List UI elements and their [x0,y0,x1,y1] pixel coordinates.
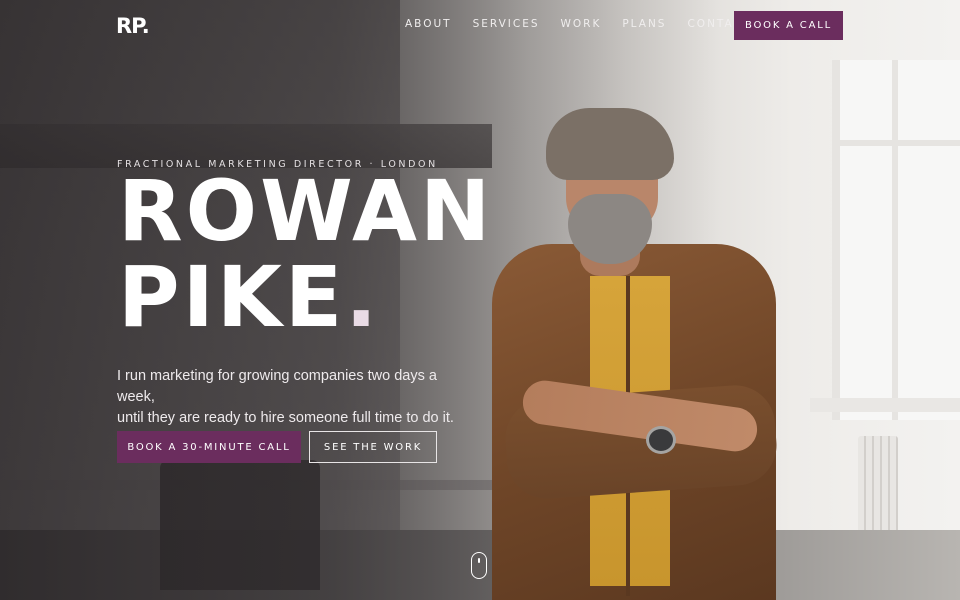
wristwatch [646,426,676,454]
nav-links: ABOUT SERVICES WORK PLANS CONTACT [405,18,772,30]
headline-dot: . [345,248,381,346]
headline-last-name: PIKE [118,248,346,346]
hero-description: I run marketing for growing companies tw… [117,366,477,429]
nav-link-plans[interactable]: PLANS [622,18,666,30]
book-30-minute-call-button[interactable]: BOOK A 30-MINUTE CALL [117,431,301,463]
hero-section: RP. ABOUT SERVICES WORK PLANS CONTACT BO… [0,0,960,600]
top-navigation: RP. ABOUT SERVICES WORK PLANS CONTACT BO… [0,0,960,50]
hair [546,108,674,180]
hero-headline: ROWAN PIKE. [118,168,493,340]
logo[interactable]: RP. [116,14,150,38]
headline-last-line: PIKE. [118,254,493,340]
hero-description-line-1: I run marketing for growing companies tw… [117,368,437,405]
headline-first-name: ROWAN [118,162,494,260]
book-a-call-button[interactable]: BOOK A CALL [734,11,843,40]
see-the-work-button[interactable]: SEE THE WORK [309,431,437,463]
hero-description-line-2: until they are ready to hire someone ful… [117,410,454,426]
nav-link-about[interactable]: ABOUT [405,18,452,30]
mouse-scroll-icon[interactable] [471,552,487,579]
portrait-photo [486,108,782,600]
nav-link-work[interactable]: WORK [561,18,602,30]
nav-link-services[interactable]: SERVICES [473,18,540,30]
